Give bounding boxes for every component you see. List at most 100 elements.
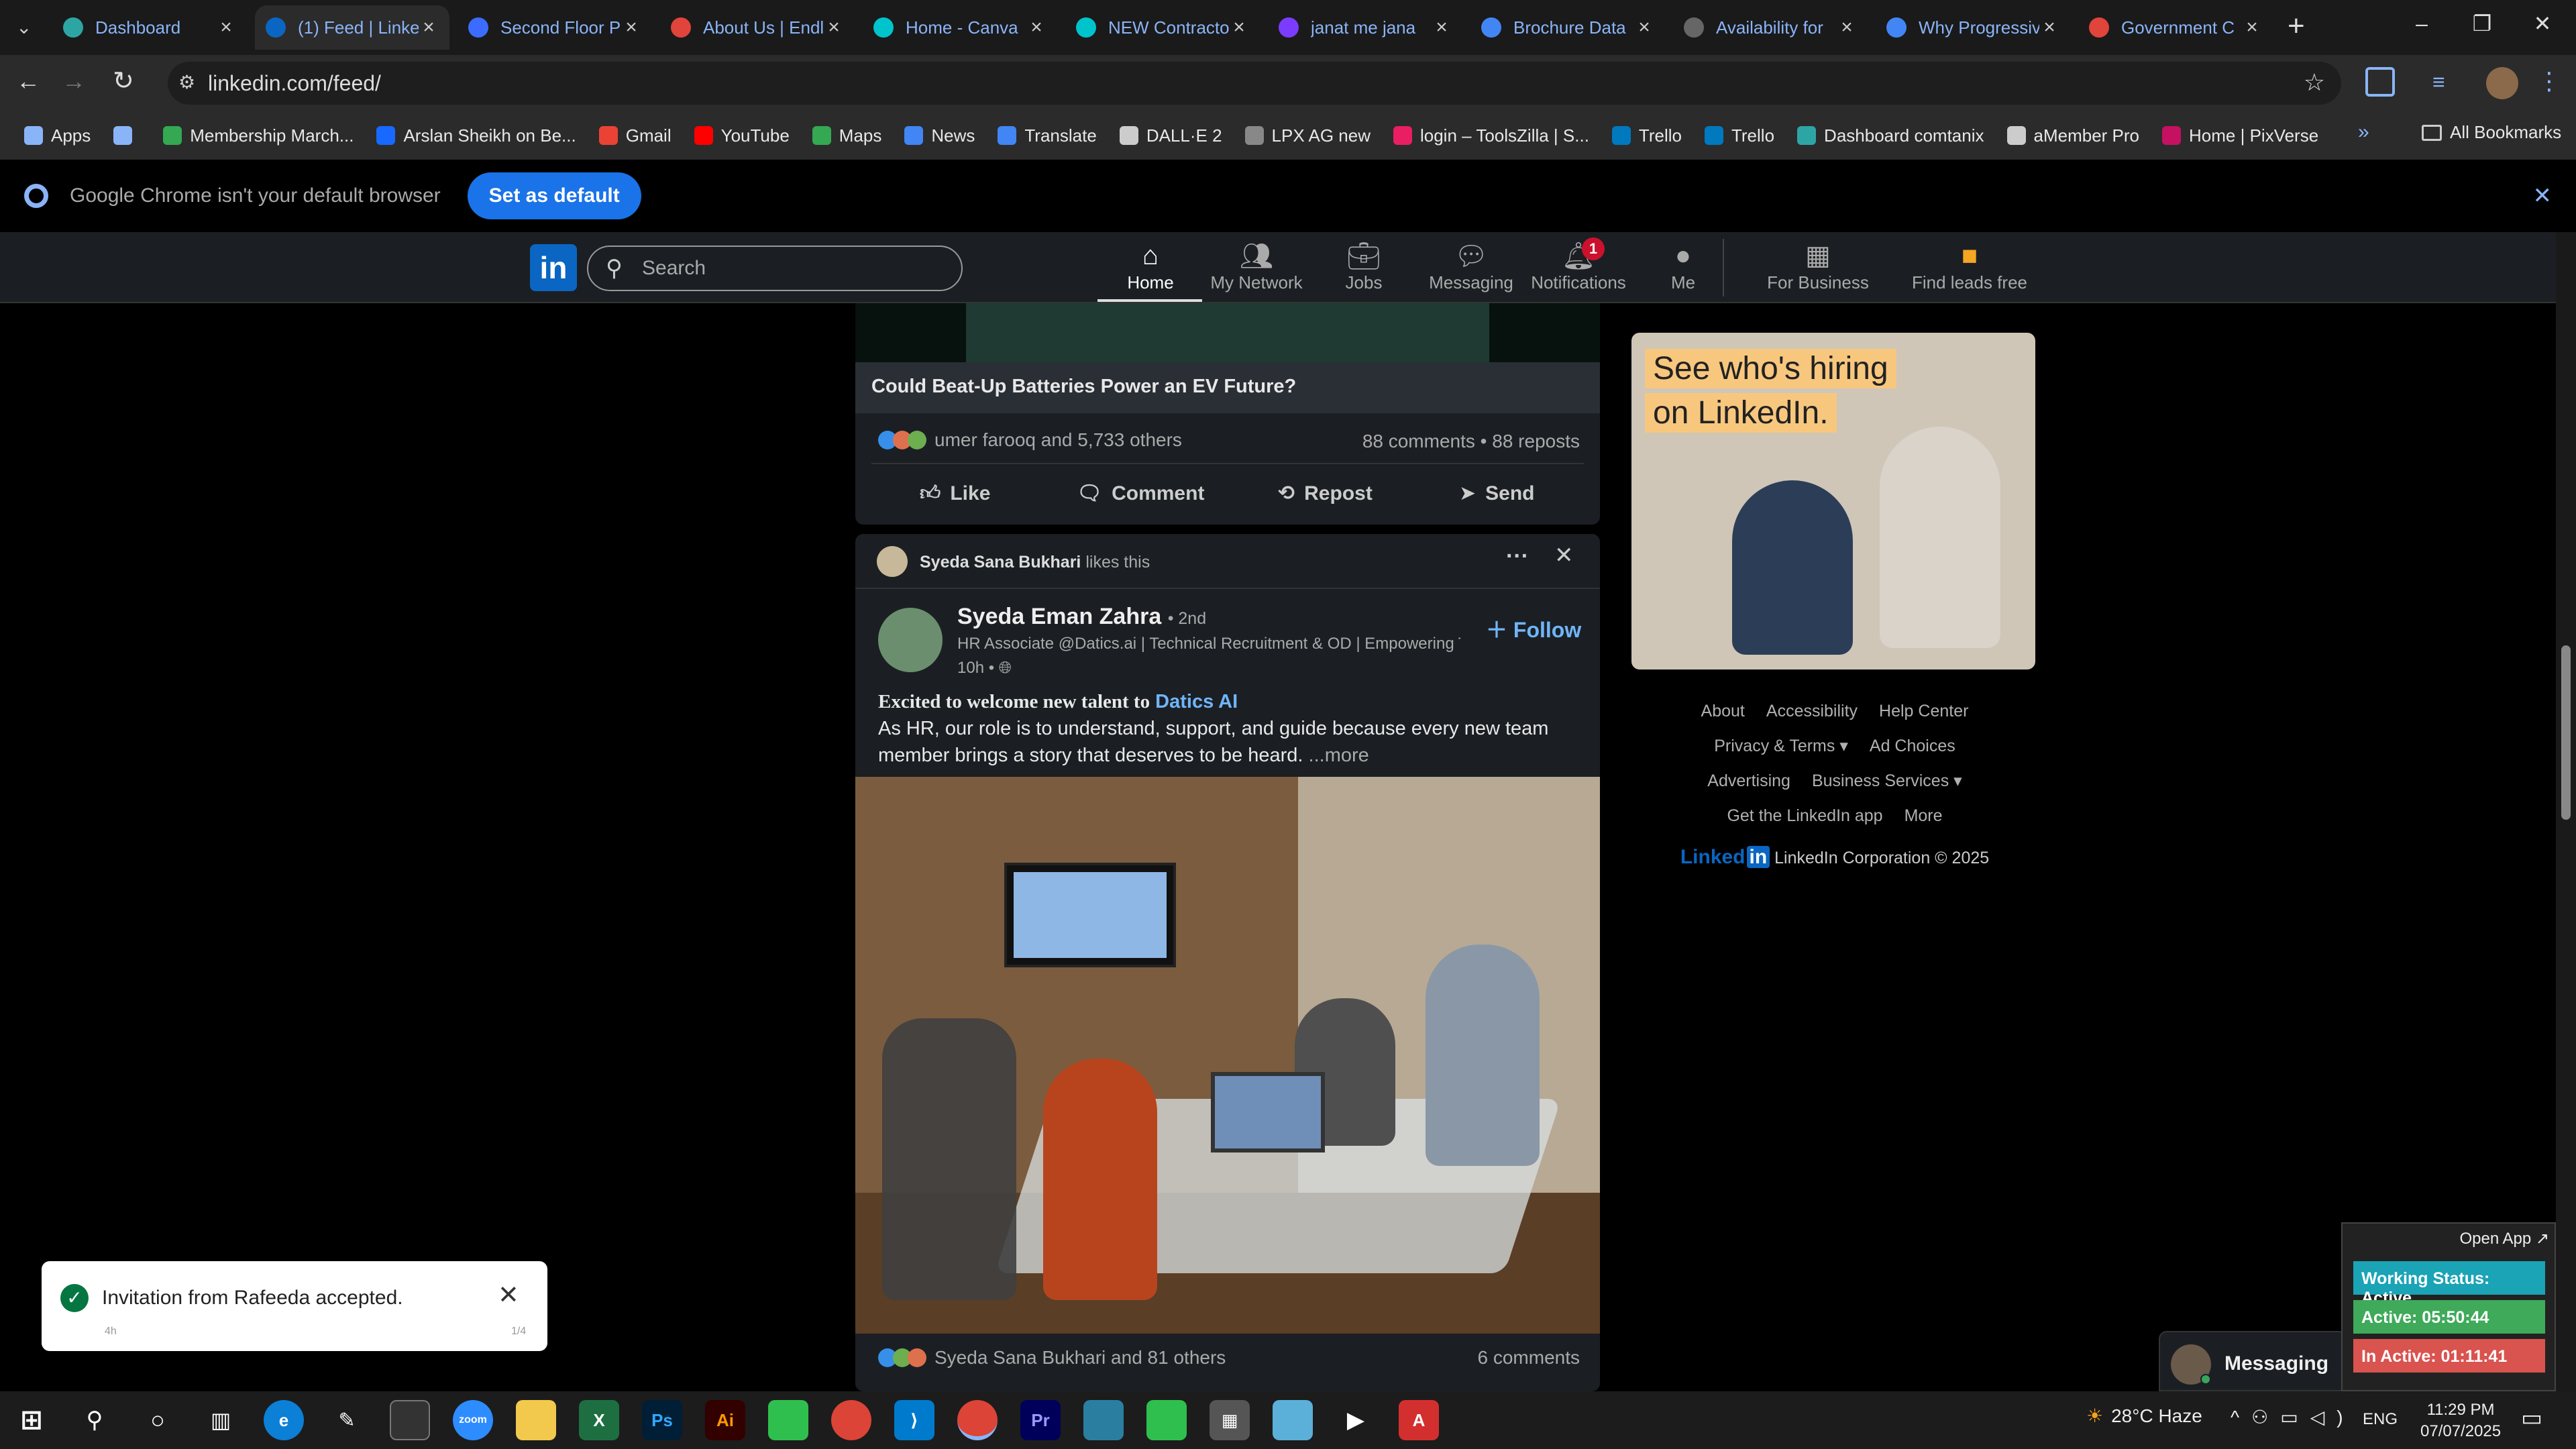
profile-avatar[interactable]: [2486, 67, 2518, 99]
footer-privacy-terms[interactable]: Privacy & Terms ▾: [1714, 737, 1848, 755]
bookmarks-overflow-icon[interactable]: »: [2358, 121, 2369, 144]
excel-icon[interactable]: X: [579, 1400, 619, 1440]
app-tag-icon[interactable]: [1273, 1400, 1313, 1440]
post-stats[interactable]: 88 comments • 88 reposts: [1362, 431, 1580, 452]
tab-close-icon[interactable]: ×: [2039, 16, 2059, 39]
tab-0[interactable]: Dashboard ×: [52, 5, 247, 50]
footer-help-center[interactable]: Help Center: [1879, 702, 1968, 720]
close-infobar-icon[interactable]: ✕: [2533, 182, 2553, 209]
bookmark-12[interactable]: Trello: [1611, 125, 1682, 146]
author-name[interactable]: Syeda Eman Zahra: [957, 604, 1161, 629]
terminal-icon[interactable]: [390, 1400, 430, 1440]
reload-icon[interactable]: ↻: [113, 66, 134, 96]
cortana-icon[interactable]: ○: [138, 1400, 178, 1440]
bookmark-1[interactable]: [113, 126, 140, 145]
tab-close-icon[interactable]: ×: [2242, 16, 2262, 39]
reaction-summary[interactable]: umer farooq and 5,733 others: [878, 429, 1182, 451]
send-button[interactable]: ➤ Send: [1459, 482, 1535, 505]
nav-notifications[interactable]: 🔔︎ Notifications: [1521, 239, 1635, 293]
bookmark-10[interactable]: LPX AG new: [1244, 125, 1371, 146]
bookmark-13[interactable]: Trello: [1704, 125, 1774, 146]
comment-count[interactable]: 6 comments: [1478, 1347, 1580, 1368]
search-input[interactable]: ⚲ Search: [587, 246, 963, 291]
bookmark-3[interactable]: Arslan Sheikh on Be...: [376, 125, 576, 146]
footer-about[interactable]: About: [1701, 702, 1745, 720]
scrollbar-thumb[interactable]: [2561, 645, 2571, 820]
tab-10[interactable]: Government C ×: [2078, 5, 2273, 50]
windows-start-icon[interactable]: ⊞: [11, 1400, 52, 1440]
file-explorer-icon[interactable]: [516, 1400, 556, 1440]
address-bar[interactable]: ⚙ linkedin.com/feed/ ☆: [168, 62, 2341, 105]
company-mention[interactable]: Datics AI: [1155, 691, 1238, 712]
bookmark-0[interactable]: Apps: [24, 125, 91, 146]
pen-icon[interactable]: ✎: [327, 1400, 367, 1440]
app-green-icon[interactable]: [1146, 1400, 1187, 1440]
action-center-icon[interactable]: ▭: [2521, 1405, 2542, 1432]
tab-search-button[interactable]: ⌄: [16, 16, 32, 38]
photoshop-icon[interactable]: Ps: [642, 1400, 682, 1440]
minimize-icon[interactable]: –: [2392, 11, 2452, 36]
bookmark-7[interactable]: News: [904, 125, 975, 146]
see-more-link[interactable]: ...more: [1309, 745, 1369, 766]
reaction-summary-2[interactable]: Syeda Sana Bukhari and 81 others: [878, 1347, 1226, 1368]
tab-close-icon[interactable]: ×: [1837, 16, 1857, 39]
media-icon[interactable]: ≡: [2432, 70, 2445, 95]
app-diamond-icon[interactable]: [1083, 1400, 1124, 1440]
tab-9[interactable]: Why Progressive ×: [1876, 5, 2070, 50]
bookmark-11[interactable]: login – ToolsZilla | S...: [1393, 125, 1589, 146]
bookmark-2[interactable]: Membership March...: [163, 125, 354, 146]
tab-close-icon[interactable]: ×: [216, 16, 236, 39]
weather-widget[interactable]: ☀ 28°C Haze: [2086, 1405, 2202, 1427]
nav-my-network[interactable]: 👥︎ My Network: [1199, 239, 1313, 293]
hiring-ad[interactable]: See who's hiring on LinkedIn.: [1631, 333, 2035, 669]
page-scrollbar[interactable]: [2556, 232, 2576, 1391]
forward-icon[interactable]: →: [62, 67, 86, 95]
article-title-bar[interactable]: Could Beat-Up Batteries Power an EV Futu…: [855, 362, 1600, 413]
post-photo[interactable]: [855, 777, 1600, 1334]
tab-1[interactable]: (1) Feed | LinkedIn×: [255, 5, 449, 50]
footer-ad-choices[interactable]: Ad Choices: [1870, 737, 1955, 755]
repost-button[interactable]: ⟲ Repost: [1278, 482, 1373, 505]
tab-4[interactable]: Home - Canva ×: [863, 5, 1057, 50]
chrome-icon[interactable]: [831, 1400, 871, 1440]
restore-icon[interactable]: ❐: [2452, 11, 2512, 36]
chrome-active-icon[interactable]: [957, 1400, 998, 1440]
tab-7[interactable]: Brochure Data ×: [1470, 5, 1665, 50]
calculator-icon[interactable]: ▦: [1210, 1400, 1250, 1440]
tab-6[interactable]: janat me jana ×: [1268, 5, 1462, 50]
bookmark-4[interactable]: Gmail: [598, 125, 672, 146]
acrobat-icon[interactable]: A: [1399, 1400, 1439, 1440]
tab-close-icon[interactable]: ×: [1026, 16, 1046, 39]
language-indicator[interactable]: ENG: [2363, 1410, 2398, 1429]
liker-avatar[interactable]: [877, 546, 908, 577]
article-image[interactable]: [855, 303, 1600, 362]
nav-find-leads[interactable]: ■ Find leads free: [1902, 239, 2037, 293]
premiere-icon[interactable]: Pr: [1020, 1400, 1061, 1440]
illustrator-icon[interactable]: Ai: [705, 1400, 745, 1440]
all-bookmarks[interactable]: All Bookmarks: [2422, 122, 2561, 143]
footer-accessibility[interactable]: Accessibility: [1766, 702, 1858, 720]
site-info-icon[interactable]: ⚙: [178, 71, 195, 93]
tab-close-icon[interactable]: ×: [824, 16, 844, 39]
open-app-button[interactable]: Open App ↗: [2459, 1229, 2549, 1248]
zoom-icon[interactable]: zoom: [453, 1400, 493, 1440]
bookmark-16[interactable]: Home | PixVerse: [2162, 125, 2318, 146]
messaging-widget[interactable]: Messaging: [2159, 1331, 2347, 1391]
dismiss-post-icon[interactable]: ✕: [1554, 542, 1574, 569]
tab-2[interactable]: Second Floor Plan×: [458, 5, 652, 50]
nav-messaging[interactable]: 💬︎ Messaging: [1414, 239, 1528, 293]
search-taskbar-icon[interactable]: ⚲: [74, 1400, 115, 1440]
bookmark-15[interactable]: aMember Pro: [2006, 125, 2139, 146]
vscode-icon[interactable]: ⟩: [894, 1400, 934, 1440]
nav-for-business[interactable]: ▦ For Business: [1751, 239, 1885, 293]
footer-advertising[interactable]: Advertising: [1707, 771, 1790, 790]
back-icon[interactable]: ←: [16, 67, 40, 95]
follow-button[interactable]: ＋ Follow: [1486, 613, 1581, 644]
edge-icon[interactable]: e: [264, 1400, 304, 1440]
tab-close-icon[interactable]: ×: [1634, 16, 1654, 39]
tab-8[interactable]: Availability for ×: [1673, 5, 1868, 50]
new-tab-button[interactable]: +: [2288, 9, 2305, 43]
task-view-icon[interactable]: ▥: [201, 1400, 241, 1440]
bookmark-9[interactable]: DALL·E 2: [1119, 125, 1222, 146]
close-window-icon[interactable]: ✕: [2512, 11, 2573, 36]
